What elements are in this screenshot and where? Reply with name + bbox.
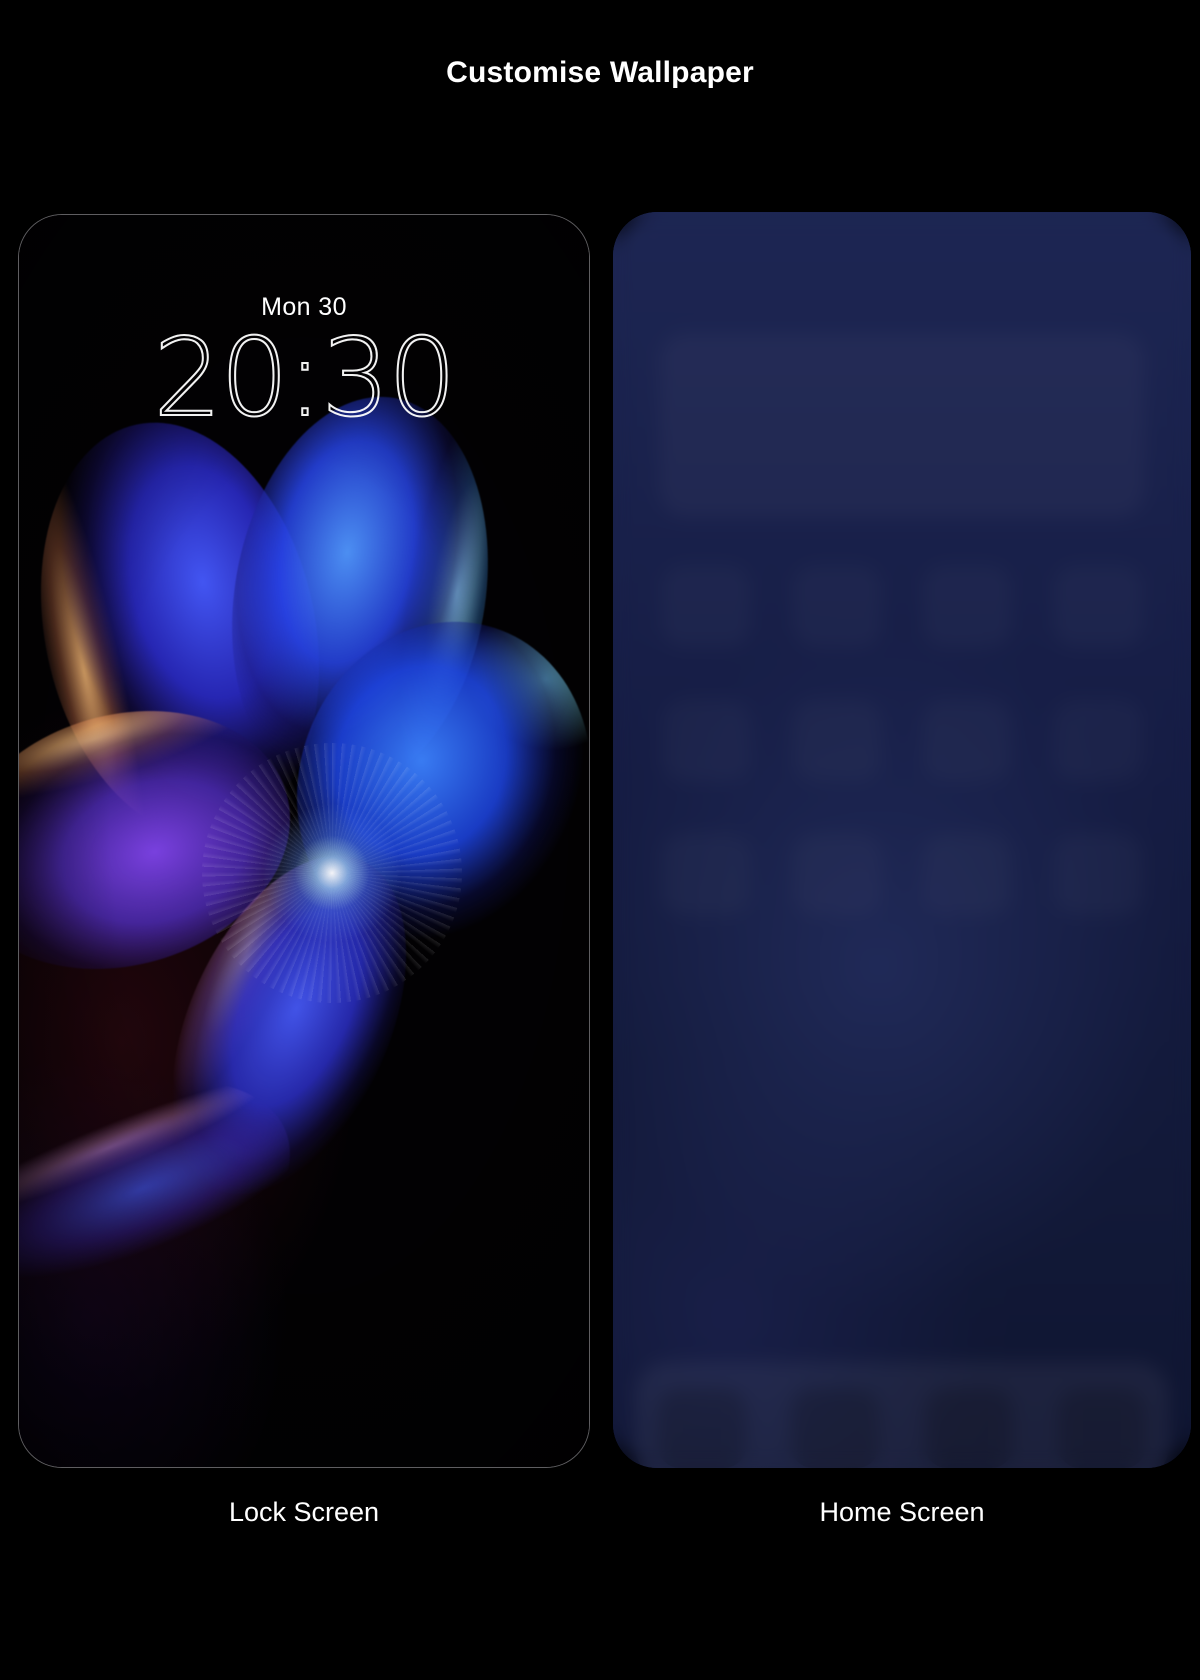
home-screen-label: Home Screen bbox=[819, 1497, 985, 1527]
lock-screen-phone-frame[interactable]: Mon 30 20:30 bbox=[18, 214, 590, 1468]
app-icon-tile[interactable] bbox=[793, 835, 881, 915]
page-title: Customise Wallpaper bbox=[446, 56, 754, 89]
wallpaper-previews: Mon 30 20:30 Lock Screen Home Screen bbox=[0, 202, 1200, 1527]
app-icon-tile[interactable] bbox=[793, 701, 881, 781]
home-screen-preview[interactable]: Home Screen bbox=[613, 202, 1191, 1527]
lock-screen-clock[interactable]: Mon 30 20:30 bbox=[19, 293, 589, 441]
dock-icon-tile[interactable] bbox=[924, 1388, 1013, 1468]
app-icon-tile[interactable] bbox=[793, 567, 881, 647]
dock-icon-tile[interactable] bbox=[791, 1388, 880, 1468]
home-screen-app-grid bbox=[641, 567, 1163, 915]
app-icon-tile[interactable] bbox=[662, 701, 750, 781]
app-icon-tile[interactable] bbox=[1054, 835, 1142, 915]
app-icon-tile[interactable] bbox=[662, 567, 750, 647]
app-icon-tile[interactable] bbox=[923, 701, 1011, 781]
app-icon-tile[interactable] bbox=[923, 835, 1011, 915]
lock-screen-label: Lock Screen bbox=[228, 1497, 380, 1527]
flower-core-glow bbox=[262, 803, 402, 943]
app-icon-tile[interactable] bbox=[1054, 567, 1142, 647]
dock-icon-tile[interactable] bbox=[1058, 1388, 1147, 1468]
app-icon-tile[interactable] bbox=[662, 835, 750, 915]
lock-screen-time: 20:30 bbox=[152, 316, 457, 441]
home-screen-dock bbox=[635, 1362, 1169, 1468]
home-screen-phone-frame[interactable] bbox=[613, 212, 1191, 1468]
dock-icon-tile[interactable] bbox=[657, 1388, 746, 1468]
home-screen-widget-placeholder[interactable] bbox=[660, 335, 1144, 517]
lock-screen-preview[interactable]: Mon 30 20:30 Lock Screen bbox=[18, 202, 590, 1527]
app-icon-tile[interactable] bbox=[923, 567, 1011, 647]
app-icon-tile[interactable] bbox=[1054, 701, 1142, 781]
